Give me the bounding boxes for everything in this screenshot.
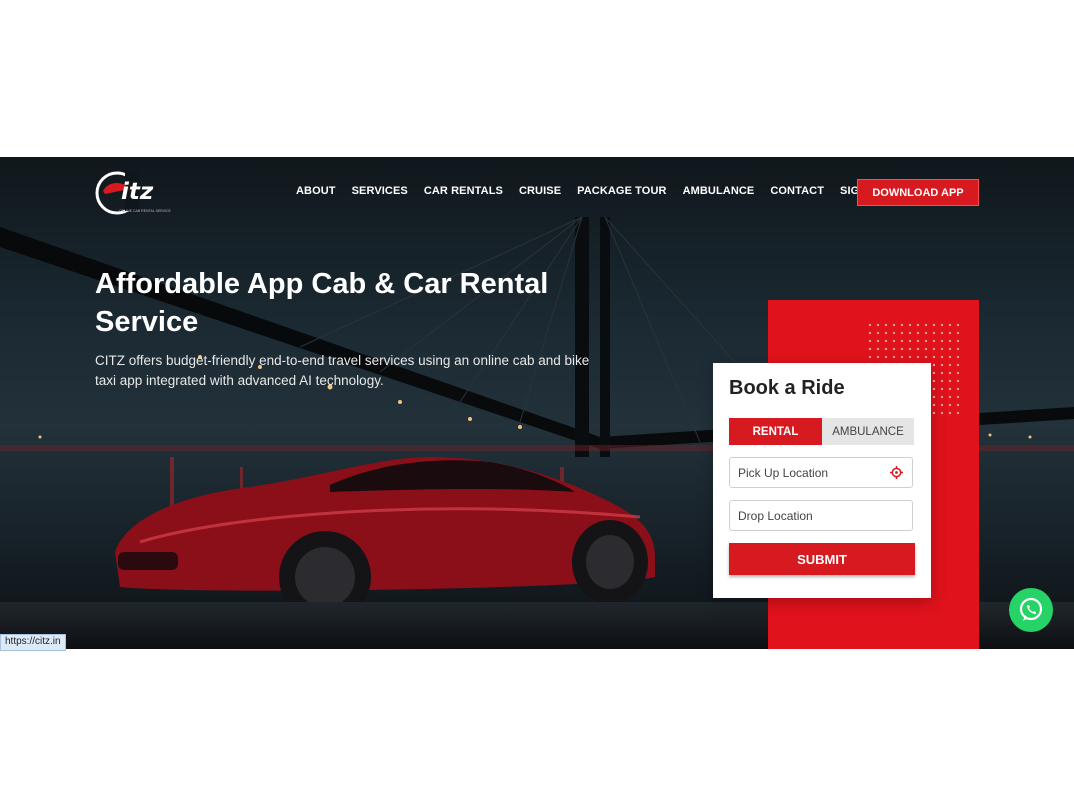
pickup-placeholder: Pick Up Location (738, 465, 829, 480)
nav-contact[interactable]: CONTACT (770, 185, 824, 197)
nav-cruise[interactable]: CRUISE (519, 185, 561, 197)
hero-section: itz ONLINE CAB RENTAL SERVICE ABOUT SERV… (0, 157, 1074, 649)
drop-placeholder: Drop Location (738, 508, 813, 523)
hero-headline: Affordable App Cab & Car Rental Service (95, 268, 549, 338)
nav-ambulance[interactable]: AMBULANCE (683, 185, 755, 197)
download-app-button[interactable]: DOWNLOAD APP (857, 179, 979, 206)
nav-about[interactable]: ABOUT (296, 185, 336, 197)
citz-logo[interactable]: itz ONLINE CAB RENTAL SERVICE (95, 167, 175, 217)
pickup-location-input[interactable]: Pick Up Location (729, 457, 913, 488)
hero-subtext: CITZ offers budget-friendly end-to-end t… (95, 353, 590, 388)
nav-package-tour[interactable]: PACKAGE TOUR (577, 185, 666, 197)
submit-button[interactable]: SUBMIT (729, 543, 915, 575)
book-a-ride-card: Book a Ride RENTAL AMBULANCE Pick Up Loc… (713, 363, 931, 598)
tab-rental[interactable]: RENTAL (729, 418, 822, 445)
booking-title: Book a Ride (729, 377, 845, 399)
drop-location-input[interactable]: Drop Location (729, 500, 913, 531)
location-target-icon[interactable] (890, 466, 903, 479)
whatsapp-button[interactable] (1009, 588, 1053, 632)
logo-tagline: ONLINE CAB RENTAL SERVICE (119, 209, 171, 213)
nav-links: ABOUT SERVICES CAR RENTALS CRUISE PACKAG… (296, 185, 895, 197)
nav-services[interactable]: SERVICES (352, 185, 408, 197)
logo-text: itz (121, 179, 154, 205)
top-navigation: itz ONLINE CAB RENTAL SERVICE ABOUT SERV… (0, 157, 1074, 227)
status-bar-url: https://citz.in (0, 634, 66, 651)
whatsapp-icon (1019, 597, 1043, 621)
nav-car-rentals[interactable]: CAR RENTALS (424, 185, 503, 197)
tab-ambulance[interactable]: AMBULANCE (822, 418, 914, 445)
